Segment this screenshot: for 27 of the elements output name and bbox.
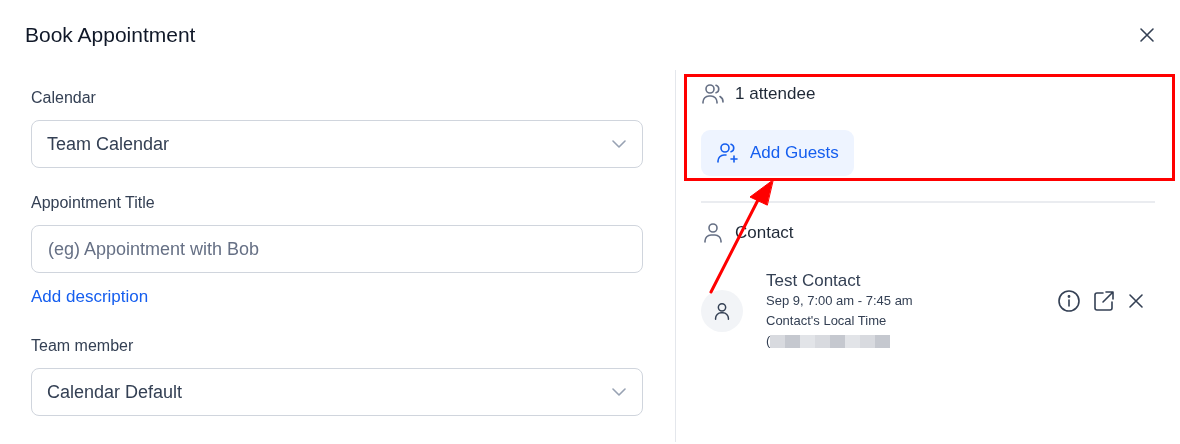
contact-name: Test Contact [766, 271, 862, 291]
add-person-icon [716, 141, 740, 165]
field-label: Appointment Title [31, 193, 156, 213]
field-label: Team member [31, 336, 135, 356]
people-icon [701, 82, 725, 106]
info-button[interactable] [1057, 289, 1081, 313]
chevron-down-icon [612, 140, 626, 148]
person-icon [701, 221, 725, 245]
close-icon [1127, 292, 1145, 310]
timezone-label: Contact's Local Time [766, 312, 888, 330]
info-icon [1057, 289, 1081, 313]
dropdown[interactable]: Team Calendar [31, 120, 643, 168]
add-description-link[interactable]: Add description [31, 287, 149, 307]
dialog-title: Book Appointment [25, 23, 196, 47]
close-button[interactable] [1138, 26, 1156, 44]
chevron-down-icon [612, 388, 626, 396]
add-guests-button[interactable]: Add Guests [701, 130, 854, 176]
external-link-icon [1092, 289, 1116, 313]
dropdown[interactable]: Calendar Default [31, 368, 643, 416]
appointment-time: Sep 9, 7:00 am - 7:45 am [766, 292, 914, 310]
close-icon [1138, 26, 1156, 44]
timezone-value: ( [766, 332, 771, 350]
attendee-count: 1 attendee [735, 84, 816, 104]
field-label: Calendar [31, 88, 97, 108]
remove-button[interactable] [1127, 292, 1145, 310]
text-field[interactable]: (eg) Appointment with Bob [31, 225, 643, 273]
open-external-button[interactable] [1092, 289, 1116, 313]
